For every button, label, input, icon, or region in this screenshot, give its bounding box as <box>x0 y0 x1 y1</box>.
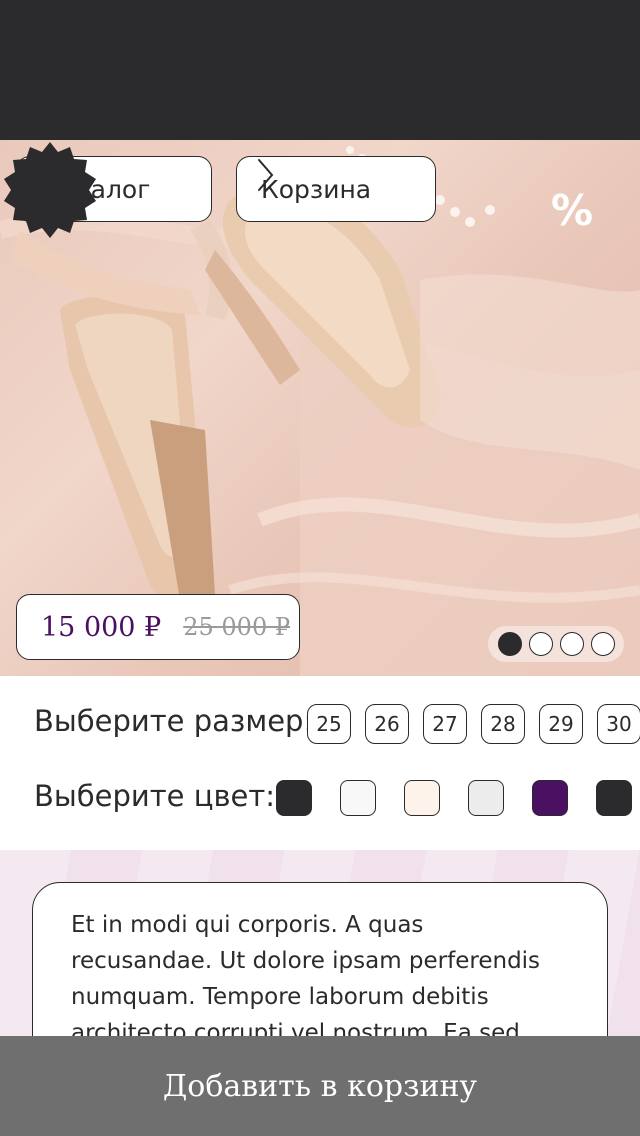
color-swatch-dark[interactable] <box>596 780 632 816</box>
product-description: Et in modi qui corporis. A quas recusand… <box>71 912 541 1036</box>
status-bar-area <box>0 0 640 140</box>
color-label: Выберите цвет: <box>34 779 276 813</box>
carousel-pagination <box>488 626 624 662</box>
size-option-25[interactable]: 25 <box>307 704 351 744</box>
chevron-right-icon <box>258 159 274 191</box>
discount-percent: % <box>550 185 594 235</box>
old-price: 25 000 ₽ <box>183 613 291 641</box>
carousel-dot[interactable] <box>559 632 584 656</box>
cart-button-label: Корзина <box>261 174 372 204</box>
size-option-29[interactable]: 29 <box>539 704 583 744</box>
carousel-dot[interactable] <box>590 632 615 656</box>
color-swatch-purple[interactable] <box>532 780 568 816</box>
color-swatch-light-gray[interactable] <box>468 780 504 816</box>
current-price: 15 000 ₽ <box>41 611 162 643</box>
carousel-dot[interactable] <box>528 632 553 656</box>
size-option-26[interactable]: 26 <box>365 704 409 744</box>
discount-badge-icon <box>4 142 96 238</box>
carousel-dot[interactable] <box>497 632 522 656</box>
product-image-carousel[interactable]: Каталог Корзина % 15 000 ₽ 25 000 ₽ <box>0 140 640 676</box>
color-swatch-white[interactable] <box>340 780 376 816</box>
color-swatch-cream[interactable] <box>404 780 440 816</box>
add-to-cart-label: Добавить в корзину <box>162 1068 478 1104</box>
description-card[interactable]: Et in modi qui corporis. A quas recusand… <box>32 882 608 1036</box>
go-to-cart-button[interactable]: Корзина <box>236 156 436 222</box>
product-options: Выберите размер: 25 26 27 28 29 30 Выбер… <box>0 676 640 850</box>
add-to-cart-button[interactable]: Добавить в корзину <box>0 1036 640 1136</box>
color-swatch-black[interactable] <box>276 780 312 816</box>
size-option-27[interactable]: 27 <box>423 704 467 744</box>
description-section: Et in modi qui corporis. A quas recusand… <box>0 850 640 1036</box>
size-option-28[interactable]: 28 <box>481 704 525 744</box>
price-box: 15 000 ₽ 25 000 ₽ <box>16 594 300 660</box>
size-label: Выберите размер: <box>34 704 314 738</box>
size-option-30[interactable]: 30 <box>597 704 640 744</box>
